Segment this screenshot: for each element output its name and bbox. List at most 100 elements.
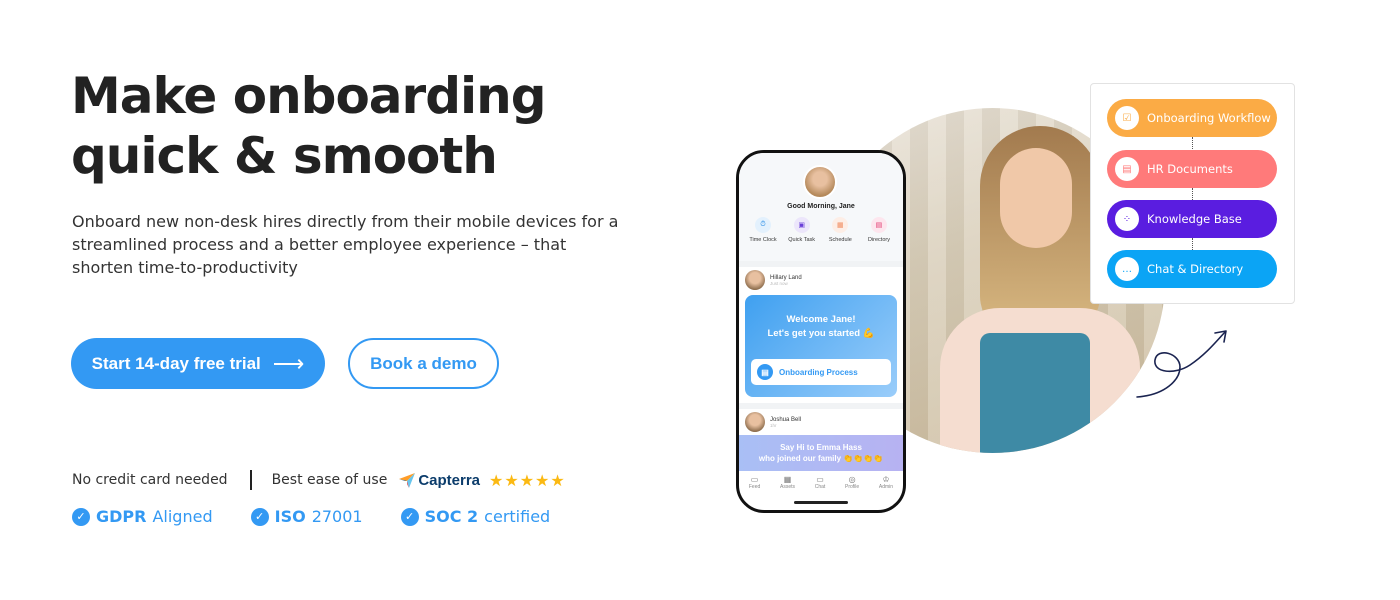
start-free-trial-label: Start 14-day free trial [91, 353, 261, 373]
feed-post: Joshua Bell 1hr [739, 403, 903, 435]
cert-gdpr-rest: Aligned [152, 507, 213, 526]
feature-onboarding-workflow: ☑ Onboarding Workflow [1107, 99, 1277, 137]
feature-label: Onboarding Workflow [1147, 111, 1271, 125]
feature-label: HR Documents [1147, 162, 1233, 176]
check-circle-icon: ✓ [250, 507, 269, 526]
certifications: ✓ GDPR Aligned ✓ ISO 27001 ✓ SOC 2 certi… [72, 507, 550, 526]
check-circle-icon: ✓ [400, 507, 419, 526]
nav-label: Chat [814, 484, 826, 490]
quick-action-label: Time Clock [749, 237, 777, 243]
cert-soc2-bold: SOC 2 [424, 507, 479, 526]
ease-of-use-text: Best ease of use [271, 472, 388, 488]
feature-knowledge-base: ⁘ Knowledge Base [1107, 200, 1277, 238]
feature-label: Knowledge Base [1147, 212, 1242, 226]
nav-assets[interactable]: ▦ Assets [780, 475, 795, 490]
feature-chat-directory: … Chat & Directory [1107, 250, 1277, 288]
calendar-icon: ▦ [832, 217, 849, 233]
cert-gdpr: ✓ GDPR Aligned [72, 507, 213, 526]
banner-line-1: Say Hi to Emma Hass [780, 443, 862, 452]
nav-admin[interactable]: ♔ Admin [879, 475, 893, 490]
home-indicator [794, 501, 848, 504]
post-author: Hillary Land [770, 274, 802, 281]
nav-profile[interactable]: ◎ Profile [845, 475, 859, 490]
nav-label: Profile [845, 484, 860, 490]
quick-task-icon: ▣ [793, 217, 810, 233]
arrow-right-icon: ⟶ [272, 350, 305, 376]
nav-chat[interactable]: ▭ Chat [815, 475, 826, 490]
nav-label: Admin [878, 484, 894, 490]
cert-iso-rest: 27001 [311, 507, 363, 526]
check-circle-icon: ✓ [72, 507, 90, 526]
cert-soc2: ✓ SOC 2 certified [400, 507, 551, 526]
feature-label: Chat & Directory [1147, 262, 1244, 276]
user-avatar [803, 165, 837, 199]
welcome-line-1: Welcome Jane! [786, 314, 856, 325]
quick-action-quick-task[interactable]: ▣ Quick Task [784, 217, 820, 243]
no-credit-card-text: No credit card needed [72, 472, 228, 488]
welcome-banner: Say Hi to Emma Hass who joined our famil… [739, 435, 903, 471]
directory-icon: ▤ [870, 217, 887, 233]
rating-stars: ★★★★★ [489, 470, 566, 490]
connector-line [1192, 238, 1193, 250]
connector-line [1192, 137, 1193, 149]
assets-icon: ▦ [783, 475, 792, 484]
bottom-nav: ▭ Feed ▦ Assets ▭ Chat ◎ Profile ♔ Admin [739, 471, 903, 490]
photo-apron [980, 333, 1090, 453]
avatar [745, 412, 765, 432]
start-free-trial-button[interactable]: Start 14-day free trial ⟶ [71, 338, 325, 389]
welcome-line-2: Let's get you started 💪 [767, 328, 875, 339]
avatar [745, 270, 765, 290]
admin-crown-icon: ♔ [882, 475, 890, 484]
feature-hr-documents: ▤ HR Documents [1107, 150, 1277, 188]
post-time: Just now [770, 280, 788, 286]
quick-actions: ⏱ Time Clock ▣ Quick Task ▦ Schedule ▤ D… [745, 217, 897, 243]
welcome-text: Welcome Jane! Let's get you started 💪 [745, 313, 897, 341]
photo-face [1000, 148, 1072, 248]
document-icon: ▤ [1115, 157, 1139, 181]
post-author: Joshua Bell [770, 416, 802, 423]
feed-icon: ▭ [750, 475, 759, 484]
quick-action-label: Quick Task [788, 237, 816, 243]
document-icon: ▤ [757, 364, 773, 380]
quick-action-time-clock[interactable]: ⏱ Time Clock [745, 217, 781, 243]
onboarding-process-button[interactable]: ▤ Onboarding Process [751, 359, 891, 385]
connector-line [1192, 188, 1193, 200]
chat-bubble-icon: … [1115, 257, 1139, 281]
hero-title: Make onboarding quick & smooth [71, 66, 547, 186]
quick-action-schedule[interactable]: ▦ Schedule [822, 217, 858, 243]
capterra-logo-icon [399, 473, 416, 488]
banner-line-2: who joined our family 👏👏👏👏 [758, 454, 884, 463]
feed-post: Hillary Land Just now [739, 261, 903, 293]
cert-iso-bold: ISO [274, 507, 306, 526]
nav-feed[interactable]: ▭ Feed [749, 475, 760, 490]
cert-iso: ✓ ISO 27001 [250, 507, 363, 526]
chat-icon: ▭ [816, 475, 824, 484]
hero-title-line-1: Make onboarding [71, 67, 547, 125]
phone-mockup: Good Morning, Jane ⏱ Time Clock ▣ Quick … [736, 150, 906, 513]
grid-icon: ⁘ [1115, 207, 1139, 231]
onboarding-process-label: Onboarding Process [779, 367, 858, 377]
time-clock-icon: ⏱ [755, 217, 771, 233]
hero-title-line-2: quick & smooth [71, 127, 498, 185]
trust-row: No credit card needed Best ease of use C… [72, 470, 566, 490]
phone-header: Good Morning, Jane ⏱ Time Clock ▣ Quick … [739, 153, 903, 261]
post-time: 1hr [770, 422, 777, 428]
nav-label: Assets [779, 484, 795, 490]
welcome-card: Welcome Jane! Let's get you started 💪 ▤ … [745, 295, 897, 397]
swirl-arrow-icon [1136, 330, 1227, 398]
feature-card: ☑ Onboarding Workflow ▤ HR Documents ⁘ K… [1090, 83, 1295, 304]
profile-icon: ◎ [848, 475, 856, 484]
checkbox-icon: ☑ [1115, 106, 1139, 130]
divider [249, 470, 252, 490]
quick-action-label: Directory [867, 237, 890, 243]
capterra-name: Capterra [418, 471, 481, 489]
capterra-badge: Capterra ★★★★★ [399, 471, 565, 490]
hero-description: Onboard new non-desk hires directly from… [72, 212, 619, 277]
cert-soc2-rest: certified [484, 507, 551, 526]
cert-gdpr-bold: GDPR [96, 507, 147, 526]
quick-action-label: Schedule [828, 237, 852, 243]
greeting-text: Good Morning, Jane [787, 203, 855, 210]
quick-action-directory[interactable]: ▤ Directory [861, 217, 897, 243]
nav-label: Feed [748, 484, 761, 490]
book-demo-button[interactable]: Book a demo [348, 338, 499, 389]
